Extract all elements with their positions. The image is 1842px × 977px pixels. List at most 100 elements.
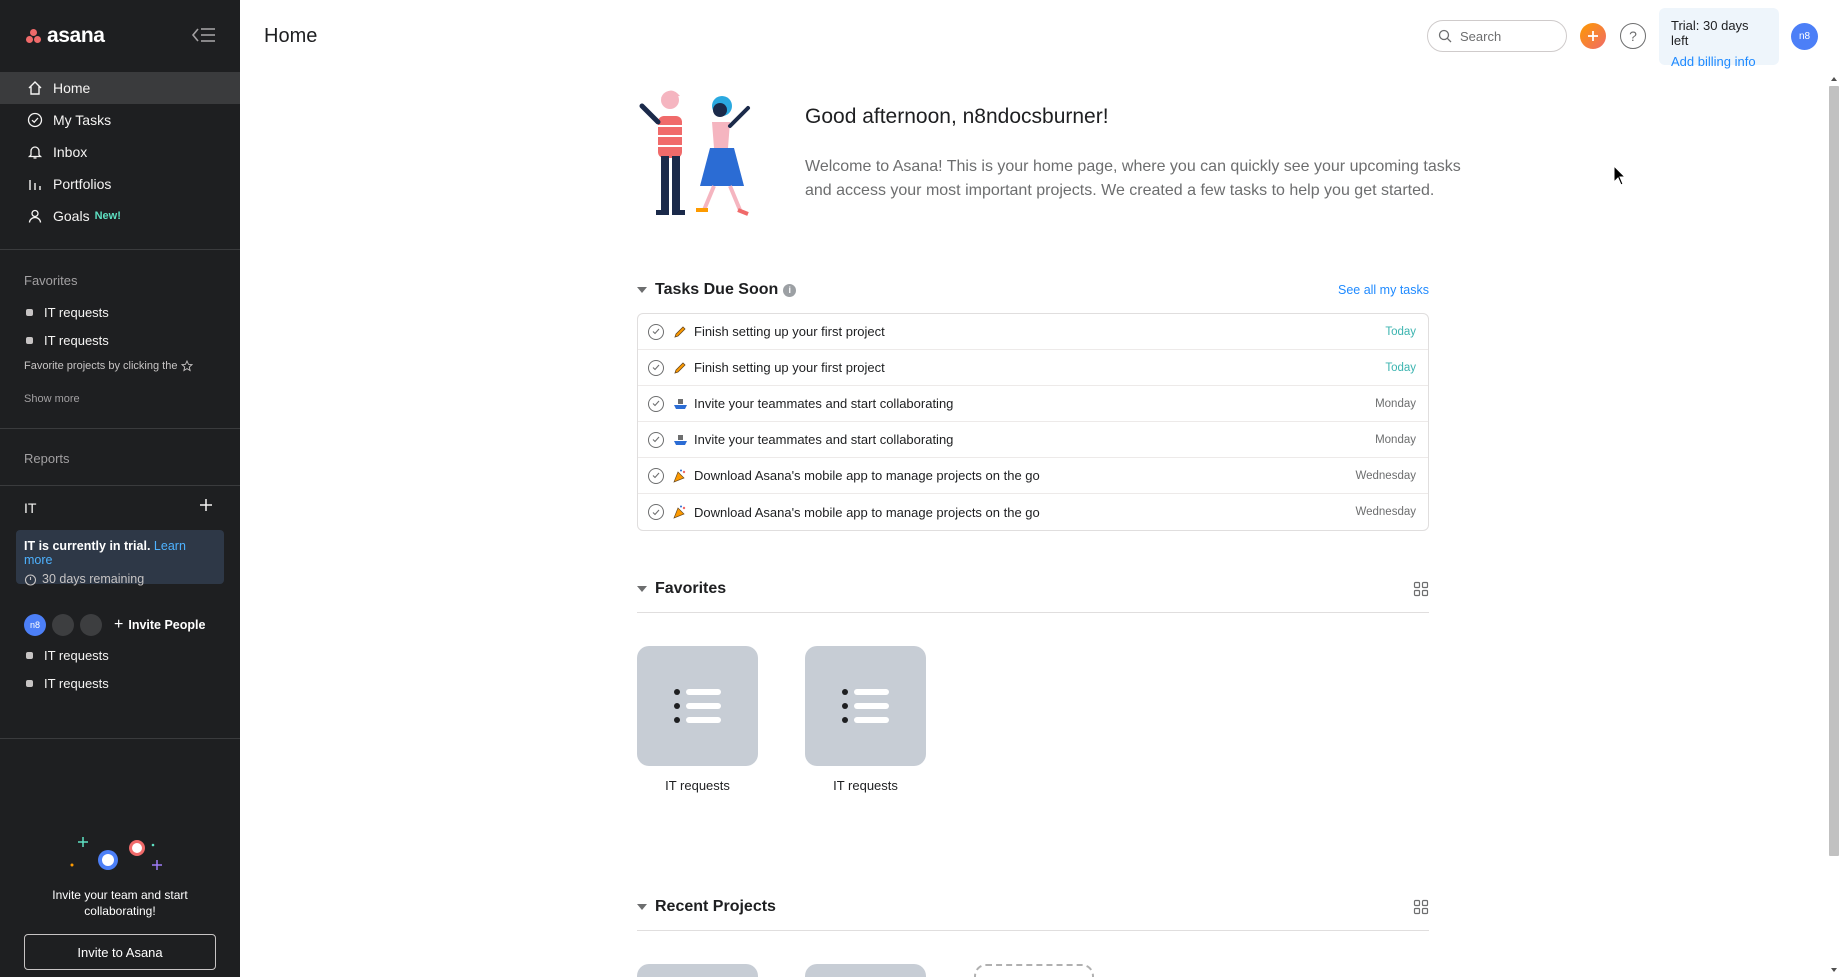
- project-name: IT requests: [665, 778, 730, 793]
- avatar-placeholder[interactable]: [80, 614, 102, 636]
- favorites-title[interactable]: Favorites: [24, 273, 77, 288]
- task-due-date: Monday: [1375, 433, 1416, 446]
- recent-project-tile[interactable]: [637, 964, 758, 977]
- favorite-project-tile[interactable]: IT requests: [805, 646, 926, 793]
- collapse-sidebar-icon[interactable]: [190, 25, 218, 45]
- task-name: Download Asana's mobile app to manage pr…: [694, 468, 1040, 483]
- timer-icon: [24, 573, 37, 586]
- scrollbar[interactable]: [1826, 72, 1842, 977]
- trial-text: IT is currently in trial.: [24, 539, 151, 553]
- new-project-tile[interactable]: [974, 964, 1094, 977]
- team-name[interactable]: IT: [24, 500, 36, 516]
- sidebar-item-portfolios[interactable]: Portfolios: [0, 168, 240, 200]
- search-input[interactable]: [1460, 28, 1560, 44]
- trial-remaining: 30 days remaining: [24, 572, 216, 586]
- bell-icon: [26, 143, 44, 161]
- add-billing-link[interactable]: Add billing info: [1671, 54, 1767, 69]
- task-name: Finish setting up your first project: [694, 360, 885, 375]
- project-name: IT requests: [833, 778, 898, 793]
- complete-task-checkbox[interactable]: [648, 359, 664, 376]
- project-label: IT requests: [44, 648, 109, 663]
- section-title: Tasks Due Soon: [655, 281, 779, 298]
- task-row[interactable]: Download Asana's mobile app to manage pr…: [638, 458, 1428, 494]
- invite-to-asana-button[interactable]: Invite to Asana: [24, 934, 216, 970]
- sidebar-team-project[interactable]: IT requests: [26, 648, 109, 663]
- list-icon: [673, 689, 721, 723]
- scroll-thumb[interactable]: [1829, 86, 1839, 856]
- recent-projects-header: Recent Projects: [637, 898, 776, 916]
- favorite-project-tile[interactable]: IT requests: [637, 646, 758, 793]
- collapse-caret-icon[interactable]: [637, 586, 647, 592]
- invite-people-button[interactable]: + Invite People: [114, 616, 205, 634]
- trial-days-left: Trial: 30 days left: [1671, 18, 1749, 48]
- plus-icon: [1588, 31, 1598, 41]
- show-more-link[interactable]: Show more: [24, 393, 80, 405]
- grid-view-icon[interactable]: [1413, 899, 1429, 915]
- asana-logo[interactable]: asana: [26, 24, 105, 48]
- favorites-header: Favorites: [637, 580, 726, 598]
- favorite-hint-text: Favorite projects by clicking the: [24, 360, 178, 372]
- sidebar-team-project[interactable]: IT requests: [26, 676, 109, 691]
- complete-task-checkbox[interactable]: [648, 467, 664, 484]
- search-box[interactable]: [1427, 20, 1567, 52]
- sidebar-item-inbox[interactable]: Inbox: [0, 136, 240, 168]
- task-row[interactable]: Finish setting up your first project Tod…: [638, 350, 1428, 386]
- mouse-cursor-icon: [1613, 165, 1627, 186]
- complete-task-checkbox[interactable]: [648, 504, 664, 520]
- ship-icon: [672, 396, 688, 412]
- asana-logo-icon: [26, 29, 42, 43]
- sidebar-divider: [0, 738, 240, 739]
- scroll-down-icon[interactable]: [1826, 965, 1842, 975]
- sidebar-divider: [0, 428, 240, 429]
- tasks-due-soon-header: Tasks Due Soon i: [637, 281, 797, 299]
- team-trial-banner: IT is currently in trial. Learn more 30 …: [16, 530, 224, 586]
- avatar-placeholder[interactable]: [52, 614, 74, 636]
- project-color-icon: [26, 680, 33, 687]
- scroll-up-icon[interactable]: [1826, 74, 1842, 84]
- complete-task-checkbox[interactable]: [648, 323, 664, 340]
- help-button[interactable]: ?: [1620, 23, 1646, 49]
- project-color-icon: [26, 337, 33, 344]
- recent-project-tile[interactable]: [805, 964, 926, 977]
- sidebar-item-label: Inbox: [53, 144, 88, 160]
- trial-status: Trial: 30 days left Add billing info: [1659, 8, 1779, 69]
- tasks-list: Finish setting up your first project Tod…: [637, 313, 1429, 531]
- quick-add-button[interactable]: [1580, 23, 1606, 49]
- complete-task-checkbox[interactable]: [648, 395, 664, 412]
- search-icon: [1438, 29, 1452, 43]
- task-row[interactable]: Download Asana's mobile app to manage pr…: [638, 494, 1428, 530]
- bar-chart-icon: [26, 175, 44, 193]
- sidebar-item-goals[interactable]: Goals New!: [0, 200, 240, 232]
- question-mark-icon: ?: [1629, 28, 1637, 44]
- plus-icon: +: [114, 616, 124, 633]
- sidebar-favorite-project[interactable]: IT requests: [26, 305, 109, 320]
- collapse-caret-icon[interactable]: [637, 287, 647, 293]
- invite-team-illustration: [70, 837, 162, 870]
- task-row[interactable]: Invite your teammates and start collabor…: [638, 386, 1428, 422]
- task-row[interactable]: Invite your teammates and start collabor…: [638, 422, 1428, 458]
- project-color-icon: [26, 309, 33, 316]
- sidebar-divider: [0, 249, 240, 250]
- sidebar-item-label: Home: [53, 80, 91, 96]
- page-title: Home: [264, 25, 318, 47]
- add-project-icon[interactable]: [199, 498, 213, 512]
- task-name: Finish setting up your first project: [694, 324, 885, 339]
- sidebar-item-label: Goals: [53, 208, 90, 224]
- sidebar-item-home[interactable]: Home: [0, 72, 240, 104]
- greeting: Good afternoon, n8ndocsburner!: [805, 105, 1109, 128]
- list-icon: [841, 689, 889, 723]
- reports-title[interactable]: Reports: [24, 451, 70, 466]
- complete-task-checkbox[interactable]: [648, 431, 664, 448]
- task-due-date: Today: [1385, 361, 1416, 374]
- info-icon[interactable]: i: [783, 283, 797, 297]
- user-avatar[interactable]: n8: [1791, 23, 1818, 50]
- party-icon: [672, 468, 688, 484]
- avatar[interactable]: n8: [24, 614, 46, 636]
- grid-view-icon[interactable]: [1413, 581, 1429, 597]
- collapse-caret-icon[interactable]: [637, 904, 647, 910]
- sidebar-item-label: My Tasks: [53, 112, 112, 128]
- sidebar-item-my-tasks[interactable]: My Tasks: [0, 104, 240, 136]
- see-all-tasks-link[interactable]: See all my tasks: [1300, 283, 1429, 297]
- sidebar-favorite-project[interactable]: IT requests: [26, 333, 109, 348]
- task-row[interactable]: Finish setting up your first project Tod…: [638, 314, 1428, 350]
